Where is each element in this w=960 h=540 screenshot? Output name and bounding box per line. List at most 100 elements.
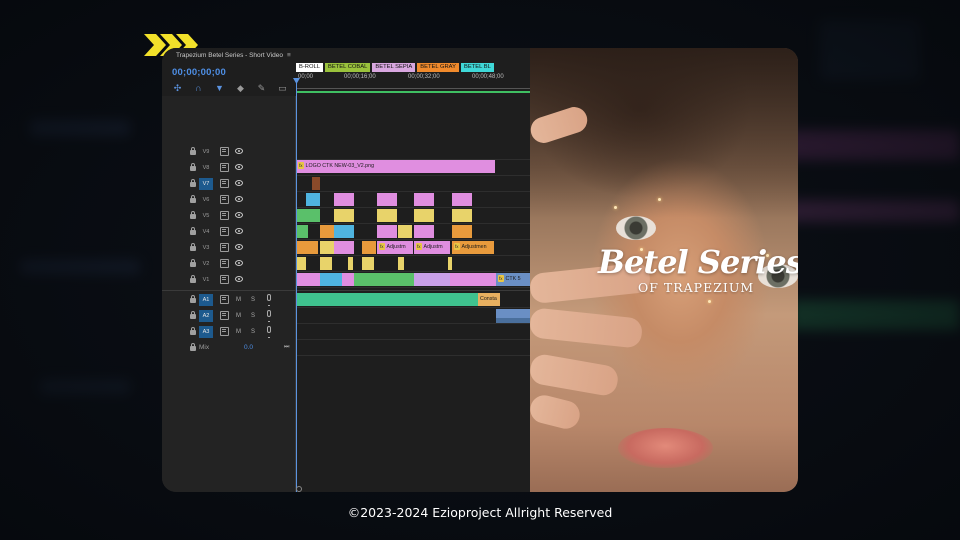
lock-icon[interactable] xyxy=(190,163,196,171)
go-to-end-icon[interactable]: ⏭ xyxy=(284,344,289,351)
timeline-clip[interactable] xyxy=(320,225,334,238)
marker-icon[interactable]: ▼ xyxy=(214,83,225,94)
timeline-clip[interactable]: fx Adjustm xyxy=(377,241,413,254)
timeline-clip[interactable] xyxy=(452,225,472,238)
solo-button[interactable]: S xyxy=(251,326,255,338)
sync-lock-icon[interactable] xyxy=(220,311,229,320)
eye-icon[interactable] xyxy=(235,260,243,266)
mute-button[interactable]: M xyxy=(236,326,241,338)
timeline-clip[interactable] xyxy=(414,193,434,206)
track-label[interactable]: V1 xyxy=(199,274,213,286)
lock-icon[interactable] xyxy=(190,179,196,187)
track-label[interactable]: A2 xyxy=(199,310,213,322)
sync-lock-icon[interactable] xyxy=(220,275,229,284)
lock-icon[interactable] xyxy=(190,311,196,319)
timeline-clip[interactable] xyxy=(398,225,412,238)
eye-icon[interactable] xyxy=(235,164,243,170)
timeline-clip[interactable] xyxy=(377,209,397,222)
lock-icon[interactable] xyxy=(190,227,196,235)
playhead[interactable] xyxy=(296,78,297,492)
audio-clip[interactable] xyxy=(296,293,499,306)
zoom-scroll-handle[interactable] xyxy=(296,486,302,492)
mic-icon[interactable] xyxy=(267,294,271,306)
lock-icon[interactable] xyxy=(190,195,196,203)
timeline-clip[interactable]: fx Adjustm xyxy=(414,241,450,254)
mic-icon[interactable] xyxy=(267,310,271,322)
work-area-bar[interactable] xyxy=(296,91,530,93)
lock-icon[interactable] xyxy=(190,147,196,155)
captions-icon[interactable]: ▭ xyxy=(277,83,288,94)
lock-icon[interactable] xyxy=(190,275,196,283)
timeline-clip[interactable] xyxy=(296,209,320,222)
snap-icon[interactable]: ✣ xyxy=(172,83,183,94)
solo-button[interactable]: S xyxy=(251,310,255,322)
eye-icon[interactable] xyxy=(235,180,243,186)
timeline-clip[interactable] xyxy=(452,193,472,206)
timeline-clip[interactable] xyxy=(377,193,397,206)
track-label[interactable]: V9 xyxy=(199,146,213,158)
magnet-icon[interactable]: ∩ xyxy=(193,83,204,94)
sync-lock-icon[interactable] xyxy=(220,259,229,268)
timeline-clip[interactable] xyxy=(414,273,450,286)
lock-icon[interactable] xyxy=(190,211,196,219)
timeline-clip[interactable] xyxy=(377,225,397,238)
lock-icon[interactable] xyxy=(190,295,196,303)
track-label[interactable]: A1 xyxy=(199,294,213,306)
timeline-clip[interactable]: fx LOGO CTK NEW-03_V2.png xyxy=(296,160,495,173)
timeline-clip[interactable] xyxy=(342,273,354,286)
eye-icon[interactable] xyxy=(235,228,243,234)
hamburger-icon[interactable]: ≡ xyxy=(287,52,291,59)
sync-lock-icon[interactable] xyxy=(220,147,229,156)
lock-icon[interactable] xyxy=(190,243,196,251)
eye-icon[interactable] xyxy=(235,244,243,250)
mix-volume-value[interactable]: 0.0 xyxy=(244,342,253,354)
timeline-clip[interactable] xyxy=(334,225,354,238)
marker-add-icon[interactable]: ◆ xyxy=(235,83,246,94)
eye-icon[interactable] xyxy=(235,148,243,154)
lock-icon[interactable] xyxy=(190,327,196,335)
lock-icon[interactable] xyxy=(190,259,196,267)
sync-lock-icon[interactable] xyxy=(220,211,229,220)
track-label[interactable]: V5 xyxy=(199,210,213,222)
eye-icon[interactable] xyxy=(235,212,243,218)
audio-clip[interactable]: Consta xyxy=(478,293,500,306)
timeline-clip[interactable] xyxy=(320,257,332,270)
timeline-clip[interactable] xyxy=(296,273,320,286)
timeline-clip[interactable] xyxy=(374,273,414,286)
mic-icon[interactable] xyxy=(267,326,271,338)
timeline-clip[interactable] xyxy=(306,193,320,206)
track-label[interactable]: V6 xyxy=(199,194,213,206)
timeline-clip[interactable] xyxy=(448,257,452,270)
timeline-clip[interactable] xyxy=(334,241,354,254)
sync-lock-icon[interactable] xyxy=(220,227,229,236)
solo-button[interactable]: S xyxy=(251,294,255,306)
time-ruler[interactable]: B-ROLL BETEL COBAL BETEL SEPIA BETEL GRA… xyxy=(296,63,530,95)
mute-button[interactable]: M xyxy=(236,310,241,322)
timeline-clip[interactable] xyxy=(296,225,308,238)
track-label[interactable]: V7 xyxy=(199,178,213,190)
timeline-clip[interactable] xyxy=(362,257,374,270)
timeline-clip[interactable] xyxy=(334,209,354,222)
timeline-clip[interactable] xyxy=(296,241,318,254)
timeline-clip[interactable] xyxy=(450,273,496,286)
wrench-icon[interactable]: ✎ xyxy=(256,83,267,94)
timeline-clip[interactable] xyxy=(414,225,434,238)
track-label[interactable]: V8 xyxy=(199,162,213,174)
track-label[interactable]: V2 xyxy=(199,258,213,270)
timeline-clip[interactable] xyxy=(414,209,434,222)
timeline-clip[interactable] xyxy=(312,177,320,190)
timecode-display[interactable]: 00;00;00;00 xyxy=(172,67,226,78)
mute-button[interactable]: M xyxy=(236,294,241,306)
sync-lock-icon[interactable] xyxy=(220,179,229,188)
timeline-clip[interactable] xyxy=(398,257,404,270)
timeline-clip[interactable] xyxy=(354,273,374,286)
sync-lock-icon[interactable] xyxy=(220,295,229,304)
sync-lock-icon[interactable] xyxy=(220,327,229,336)
timeline-clip[interactable] xyxy=(320,273,342,286)
audio-clip[interactable] xyxy=(496,318,530,323)
sync-lock-icon[interactable] xyxy=(220,163,229,172)
timeline-clip[interactable] xyxy=(334,193,354,206)
sync-lock-icon[interactable] xyxy=(220,195,229,204)
timeline-clip[interactable] xyxy=(362,241,376,254)
track-label[interactable]: V3 xyxy=(199,242,213,254)
